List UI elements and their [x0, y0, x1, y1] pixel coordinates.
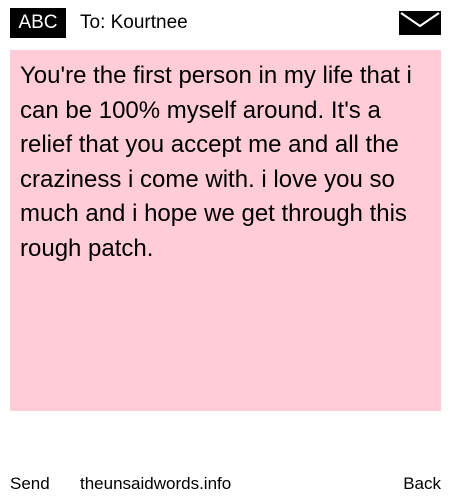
- message-body[interactable]: You're the first person in my life that …: [10, 50, 441, 411]
- envelope-icon: [399, 11, 441, 35]
- input-mode-badge: ABC: [10, 8, 66, 38]
- site-watermark: theunsaidwords.info: [80, 474, 232, 493]
- send-button[interactable]: Send: [10, 472, 50, 496]
- message-text: You're the first person in my life that …: [20, 62, 412, 262]
- recipient-label: To: Kourtnee: [80, 12, 188, 33]
- back-button[interactable]: Back: [403, 472, 441, 496]
